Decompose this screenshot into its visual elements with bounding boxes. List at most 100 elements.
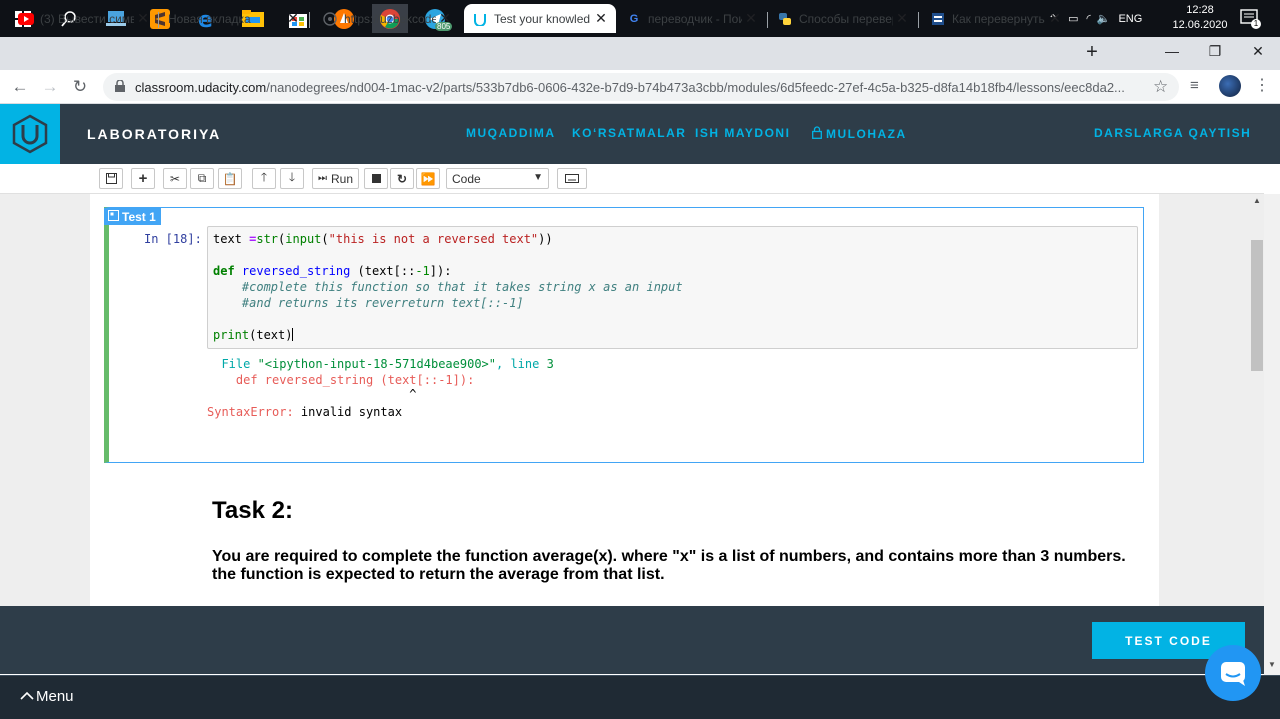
browser-tab[interactable]: Как перевернуть ✕: [922, 4, 1070, 33]
lock-icon: [115, 78, 125, 95]
code-token: reversed_string: [241, 264, 351, 278]
clock-time: 12:28: [1186, 4, 1214, 16]
minimize-icon[interactable]: —: [1150, 37, 1194, 65]
clock-date: 12.06.2020: [1172, 19, 1228, 31]
close-tab-icon[interactable]: ✕: [436, 10, 454, 27]
close-tab-icon[interactable]: ✕: [893, 10, 911, 27]
notification-count: 1: [1251, 19, 1261, 29]
close-tab-icon[interactable]: ✕: [284, 10, 302, 27]
browser-tab[interactable]: G переводчик - Пои ✕: [618, 4, 766, 33]
task-description: You are required to complete the functio…: [212, 548, 1126, 583]
python-icon: [777, 11, 793, 27]
profile-avatar[interactable]: [1219, 75, 1241, 97]
code-token: ]):: [429, 264, 452, 278]
insert-cell-icon[interactable]: +: [131, 168, 155, 189]
globe-icon: [322, 11, 338, 27]
tag-icon: [108, 209, 119, 224]
output-error-message: invalid syntax: [293, 405, 403, 419]
clock[interactable]: 12:28 12.06.2020: [1170, 3, 1230, 33]
cell-prompt: In [18]:: [144, 232, 202, 246]
tab-divider: [918, 12, 919, 28]
code-token: str: [256, 232, 279, 246]
app-header: LABORATORIYA MUQADDIMA KO‘RSATMALAR ISH …: [0, 104, 1280, 164]
volume-icon[interactable]: 🔈: [1097, 12, 1111, 25]
close-tab-icon[interactable]: ✕: [1046, 10, 1064, 27]
cell-type-select[interactable]: Code ▼: [446, 168, 549, 189]
tab-label: Новая вкладка: [168, 11, 251, 26]
stackoverflow-icon: [930, 11, 946, 27]
menu-label: Menu: [36, 688, 74, 705]
udacity-icon: [472, 11, 488, 27]
tab-divider: [767, 12, 768, 28]
output-error: SyntaxError: invalid syntax: [207, 405, 402, 419]
close-tab-icon[interactable]: ✕: [592, 10, 610, 27]
run-label: Run: [330, 171, 353, 186]
menu-bar: [0, 675, 1280, 719]
tab-label: Способы перевер: [799, 11, 893, 26]
stop-icon[interactable]: [364, 168, 388, 189]
code-token: text: [213, 232, 250, 246]
close-tab-icon[interactable]: ✕: [742, 10, 760, 27]
save-icon[interactable]: [99, 168, 123, 189]
chevron-down-icon: ▼: [533, 172, 543, 183]
close-tab-icon[interactable]: ✕: [134, 10, 152, 27]
copy-icon[interactable]: ⧉: [190, 168, 214, 189]
tab-divider: [158, 12, 159, 28]
url-bar[interactable]: classroom.udacity.com/nanodegrees/nd004-…: [103, 73, 1179, 101]
url-path: /nanodegrees/nd004-1mac-v2/parts/533b7db…: [266, 79, 1125, 95]
scroll-down-arrow-icon[interactable]: ▼: [1266, 660, 1278, 669]
code-line: text =str(input("this is not a reversed …: [213, 232, 553, 246]
wifi-icon[interactable]: ◜: [1086, 12, 1090, 25]
nav-ish-maydoni[interactable]: ISH MAYDONI: [695, 126, 790, 140]
browser-tab[interactable]: Способы перевер ✕: [769, 4, 917, 33]
cell-tag-label: Test 1: [122, 209, 156, 224]
run-button[interactable]: ⏭ Run: [312, 168, 359, 189]
chat-launcher-icon[interactable]: [1205, 645, 1261, 701]
back-arrow-icon[interactable]: ←: [8, 75, 32, 99]
restart-icon[interactable]: ↻: [390, 168, 414, 189]
text-cursor: [292, 328, 294, 341]
notification-center-icon[interactable]: 1: [1240, 9, 1261, 29]
scroll-up-arrow-icon[interactable]: ▲: [1251, 196, 1263, 205]
code-line: def reversed_string (text[::-1]):: [213, 264, 451, 278]
back-to-lessons-link[interactable]: DARSLARGA QAYTISH: [1094, 126, 1251, 140]
code-token: (: [321, 232, 329, 246]
output-error-code: def reversed_string (text[::-1]):: [207, 373, 475, 387]
code-token: -1: [415, 264, 430, 278]
chevron-up-icon: [20, 688, 34, 705]
nav-korsatmalar[interactable]: KO‘RSATMALAR: [572, 126, 686, 140]
nav-mulohaza[interactable]: MULOHAZA: [812, 126, 907, 142]
menu-button[interactable]: Menu: [20, 688, 74, 705]
tab-label: Как перевернуть: [952, 11, 1045, 26]
fast-forward-icon[interactable]: ⏩: [416, 168, 440, 189]
udacity-logo[interactable]: [0, 104, 60, 164]
browser-tab[interactable]: Новая вкладка ✕: [160, 4, 308, 33]
reading-list-icon[interactable]: ≡: [1190, 77, 1199, 94]
scrollbar[interactable]: [1264, 194, 1280, 675]
close-window-icon[interactable]: ✕: [1236, 37, 1280, 65]
keyboard-icon[interactable]: [557, 168, 587, 189]
cut-icon[interactable]: ✂: [163, 168, 187, 189]
forward-arrow-icon[interactable]: →: [38, 75, 62, 99]
new-tab-button[interactable]: +: [1082, 41, 1102, 65]
language-indicator[interactable]: ENG: [1118, 13, 1142, 25]
browser-tab-active[interactable]: Test your knowled ✕: [464, 4, 616, 33]
nav-muqaddima[interactable]: MUQADDIMA: [466, 126, 556, 140]
page-title: LABORATORIYA: [87, 126, 222, 142]
cell-type-value: Code: [452, 171, 481, 186]
lock-icon: [812, 126, 822, 142]
bookmark-star-icon[interactable]: ☆: [1153, 77, 1168, 97]
tab-divider: [309, 12, 310, 28]
scroll-thumb[interactable]: [1251, 240, 1263, 371]
reload-icon[interactable]: ↻: [68, 75, 92, 99]
restore-icon[interactable]: ❐: [1193, 37, 1237, 65]
more-menu-icon[interactable]: ⋮: [1254, 75, 1270, 95]
output-caret: ^: [207, 387, 417, 401]
browser-tab[interactable]: (3) Вывести симво ✕: [10, 4, 158, 33]
output-token: , line: [496, 357, 547, 371]
move-down-icon[interactable]: 🡓: [280, 168, 304, 189]
paste-icon[interactable]: 📋: [218, 168, 242, 189]
output-token: File: [207, 357, 258, 371]
move-up-icon[interactable]: 🡑: [252, 168, 276, 189]
browser-tab[interactable]: https://uzbekcode ✕: [314, 4, 460, 33]
